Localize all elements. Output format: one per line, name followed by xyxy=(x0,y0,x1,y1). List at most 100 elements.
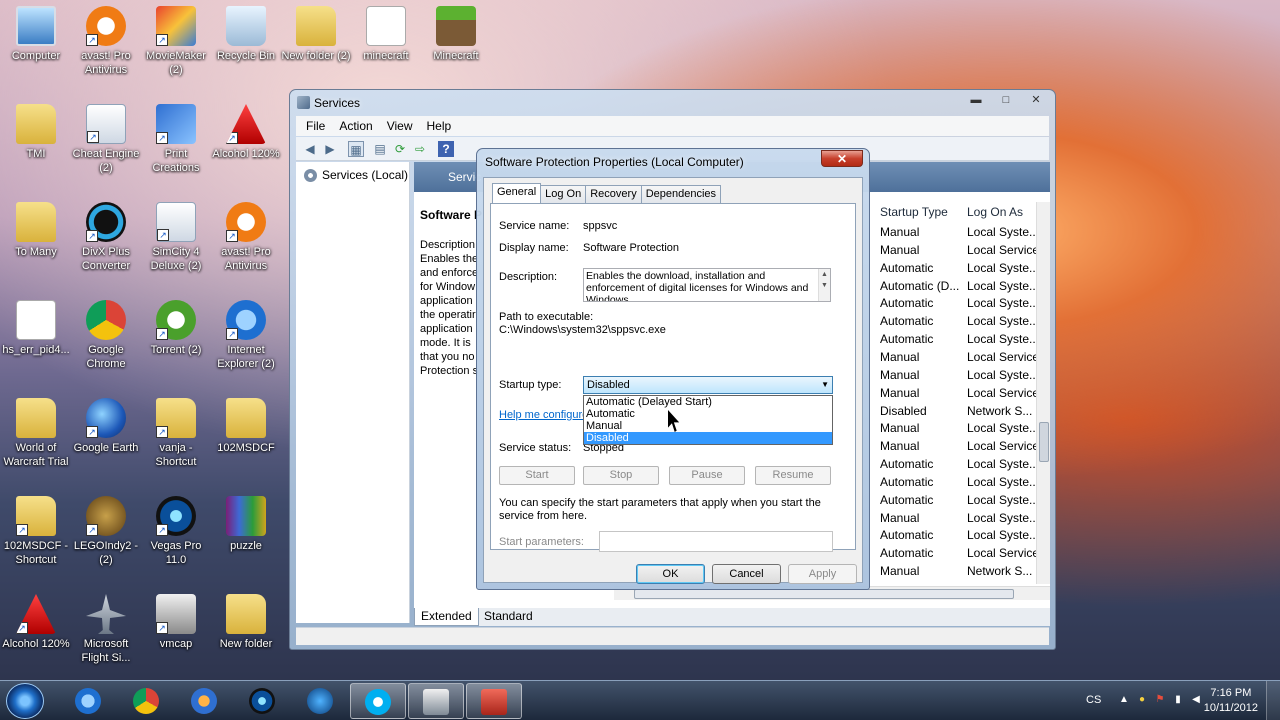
table-row[interactable]: Manual Local Syste... xyxy=(880,223,1040,241)
console-tree-icon[interactable]: ▦ xyxy=(348,141,364,157)
table-row[interactable]: Automatic Local Syste... xyxy=(880,330,1040,348)
dropdown-option[interactable]: Disabled xyxy=(584,432,832,444)
desktop-icon[interactable]: hs_err_pid4... xyxy=(0,294,72,357)
desktop-icon[interactable]: Recycle Bin xyxy=(210,0,282,63)
taskbar-app-button[interactable] xyxy=(60,683,116,719)
properties-icon[interactable]: ▤ xyxy=(372,141,388,157)
table-row[interactable]: Manual Local Service xyxy=(880,348,1040,366)
table-row[interactable]: Automatic Local Syste... xyxy=(880,294,1040,312)
desktop-icon[interactable]: ↗ Vegas Pro 11.0 xyxy=(140,490,212,567)
table-row[interactable]: Manual Local Service xyxy=(880,241,1040,259)
desktop-icon[interactable]: ↗ avast! Pro Antivirus xyxy=(210,196,282,273)
tab-standard[interactable]: Standard xyxy=(478,608,539,626)
table-row[interactable]: Automatic Local Syste... xyxy=(880,473,1040,491)
desktop-icon[interactable]: ↗ Alcohol 120% xyxy=(0,588,72,651)
desktop-icon[interactable]: World of Warcraft Trial xyxy=(0,392,72,469)
desktop-icon[interactable]: ↗ Alcohol 120% xyxy=(210,98,282,161)
table-row[interactable]: Automatic Local Syste... xyxy=(880,526,1040,544)
tab-recovery[interactable]: Recovery xyxy=(585,185,642,203)
help-configure-link[interactable]: Help me configure xyxy=(499,409,588,421)
flag-icon[interactable]: ⚑ xyxy=(1154,694,1166,706)
description-box[interactable]: Enables the download, installation and e… xyxy=(583,268,831,302)
taskbar-app-button[interactable] xyxy=(466,683,522,719)
pause-button[interactable]: Pause xyxy=(669,466,745,485)
desktop-icon[interactable]: TMI xyxy=(0,98,72,161)
dropdown-option[interactable]: Manual xyxy=(584,420,832,432)
language-indicator[interactable]: CS xyxy=(1086,694,1101,706)
ok-button[interactable]: OK xyxy=(636,564,705,584)
chevron-down-icon[interactable]: ▼ xyxy=(821,377,829,393)
menu-help[interactable]: Help xyxy=(427,119,452,133)
desktop-icon[interactable]: minecraft xyxy=(350,0,422,63)
forward-arrow-icon[interactable]: ▶ xyxy=(322,141,338,157)
tab-log-on[interactable]: Log On xyxy=(540,185,587,203)
minimize-button[interactable]: ▬ xyxy=(963,92,989,108)
tree-node-services-local[interactable]: Services (Local) xyxy=(304,168,408,182)
table-row[interactable]: Manual Local Service xyxy=(880,384,1040,402)
tab-extended[interactable]: Extended xyxy=(414,608,479,626)
stop-button[interactable]: Stop xyxy=(583,466,659,485)
desktop-icon[interactable]: New folder xyxy=(210,588,282,651)
desktop-icon[interactable]: ↗ MovieMaker (2) xyxy=(140,0,212,77)
desktop-icon[interactable]: ↗ Internet Explorer (2) xyxy=(210,294,282,371)
desktop-icon[interactable]: ↗ avast! Pro Antivirus xyxy=(70,0,142,77)
table-row[interactable]: Manual Network S... xyxy=(880,562,1040,580)
scroll-thumb[interactable] xyxy=(1039,422,1049,462)
help-icon[interactable]: ? xyxy=(438,141,454,157)
desktop-icon[interactable]: Computer xyxy=(0,0,72,63)
desktop-icon[interactable]: ↗ 102MSDCF - Shortcut xyxy=(0,490,72,567)
tab-dependencies[interactable]: Dependencies xyxy=(640,185,722,203)
table-row[interactable]: Automatic Local Syste... xyxy=(880,491,1040,509)
taskbar-app-button[interactable] xyxy=(292,683,348,719)
menu-action[interactable]: Action xyxy=(339,119,372,133)
desktop-icon[interactable]: ↗ Microsoft Flight Si... xyxy=(70,588,142,665)
volume-icon[interactable]: ◀ xyxy=(1190,694,1202,706)
menu-file[interactable]: File xyxy=(306,119,325,133)
close-button[interactable]: ✕ xyxy=(1023,92,1049,108)
table-row[interactable]: Automatic Local Syste... xyxy=(880,312,1040,330)
menu-view[interactable]: View xyxy=(387,119,413,133)
table-row[interactable]: Automatic Local Syste... xyxy=(880,455,1040,473)
table-row[interactable]: Automatic (D... Local Syste... xyxy=(880,277,1040,295)
scroll-thumb[interactable] xyxy=(634,589,1014,599)
back-arrow-icon[interactable]: ◀ xyxy=(302,141,318,157)
clock[interactable]: 7:16 PM 10/11/2012 xyxy=(1204,686,1258,716)
start-button[interactable]: Start xyxy=(499,466,575,485)
desktop-icon[interactable]: ↗ SimCity 4 Deluxe (2) xyxy=(140,196,212,273)
startup-type-select[interactable]: Disabled ▼ xyxy=(583,376,833,394)
desktop-icon[interactable]: ↗ vanja - Shortcut xyxy=(140,392,212,469)
start-params-input[interactable] xyxy=(599,531,833,552)
column-log-on-as[interactable]: Log On As xyxy=(967,205,1023,219)
table-row[interactable]: Disabled Network S... xyxy=(880,402,1040,420)
desktop-icon[interactable]: ↗ Cheat Engine (2) xyxy=(70,98,142,175)
desktop-icon[interactable]: puzzle xyxy=(210,490,282,553)
desktop-icon[interactable]: Minecraft xyxy=(420,0,492,63)
refresh-icon[interactable]: ⟳ xyxy=(392,141,408,157)
desktop-icon[interactable]: ↗ DivX Plus Converter xyxy=(70,196,142,273)
start-button[interactable] xyxy=(6,683,44,719)
taskbar-app-button[interactable] xyxy=(350,683,406,719)
desktop-icon[interactable]: ↗ Google Earth xyxy=(70,392,142,455)
desktop-icon[interactable]: ↗ Print Creations xyxy=(140,98,212,175)
column-startup-type[interactable]: Startup Type xyxy=(880,205,948,219)
desktop-icon[interactable]: Google Chrome xyxy=(70,294,142,371)
desktop-icon[interactable]: 102MSDCF xyxy=(210,392,282,455)
dialog-close-button[interactable]: ✕ xyxy=(821,150,863,167)
notification-icon[interactable]: ● xyxy=(1136,694,1148,706)
description-scrollbar[interactable]: ▲ ▼ xyxy=(818,269,830,301)
apply-button[interactable]: Apply xyxy=(788,564,857,584)
table-row[interactable]: Manual Local Syste... xyxy=(880,509,1040,527)
tab-general[interactable]: General xyxy=(492,183,542,203)
table-row[interactable]: Manual Local Service xyxy=(880,437,1040,455)
taskbar-app-button[interactable] xyxy=(118,683,174,719)
table-row[interactable]: Manual Local Syste... xyxy=(880,419,1040,437)
cancel-button[interactable]: Cancel xyxy=(712,564,781,584)
show-desktop-button[interactable] xyxy=(1266,681,1280,720)
table-row[interactable]: Manual Local Syste... xyxy=(880,366,1040,384)
network-icon[interactable]: ▮ xyxy=(1172,694,1184,706)
vertical-scrollbar[interactable] xyxy=(1036,202,1050,584)
dropdown-option[interactable]: Automatic xyxy=(584,408,832,420)
desktop-icon[interactable]: To Many xyxy=(0,196,72,259)
taskbar-app-button[interactable] xyxy=(176,683,232,719)
export-list-icon[interactable]: ⇨ xyxy=(412,141,428,157)
